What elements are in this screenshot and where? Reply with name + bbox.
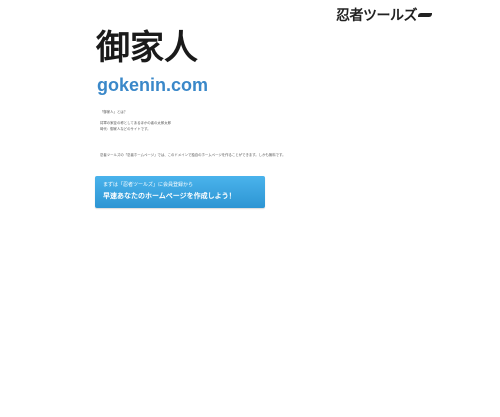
site-title: 御家人 xyxy=(96,28,198,68)
ninja-tools-logo[interactable]: 忍者ツールズ xyxy=(336,6,432,24)
banner-line1: まずは「忍者ツールズ」に会員登録から xyxy=(103,182,194,188)
info-answer-line1: 将軍の家臣の称としてあるほかの者の太郎太郎 xyxy=(100,121,171,125)
banner-line2: 早速あなたのホームページを作成しよう！ xyxy=(103,192,236,200)
logo-text: 忍者ツールズ xyxy=(336,8,418,24)
logo-swoosh-icon xyxy=(418,13,432,17)
domain-name: gokenin.com xyxy=(97,75,209,95)
info-answer-line2: 時代：御家人などのサイトです。 xyxy=(100,127,151,131)
info-note: 忍者ツールズの「忍者ホームページ」では、このドメインで独自のホームページを作るこ… xyxy=(100,153,286,157)
signup-banner-button[interactable]: まずは「忍者ツールズ」に会員登録から 早速あなたのホームページを作成しよう！ xyxy=(95,176,265,208)
info-question: 「御家人」とは？ xyxy=(100,110,128,114)
parked-domain-page: 忍者ツールズ 御家人 gokenin.com 「御家人」とは？ 将軍の家臣の称と… xyxy=(0,0,500,417)
